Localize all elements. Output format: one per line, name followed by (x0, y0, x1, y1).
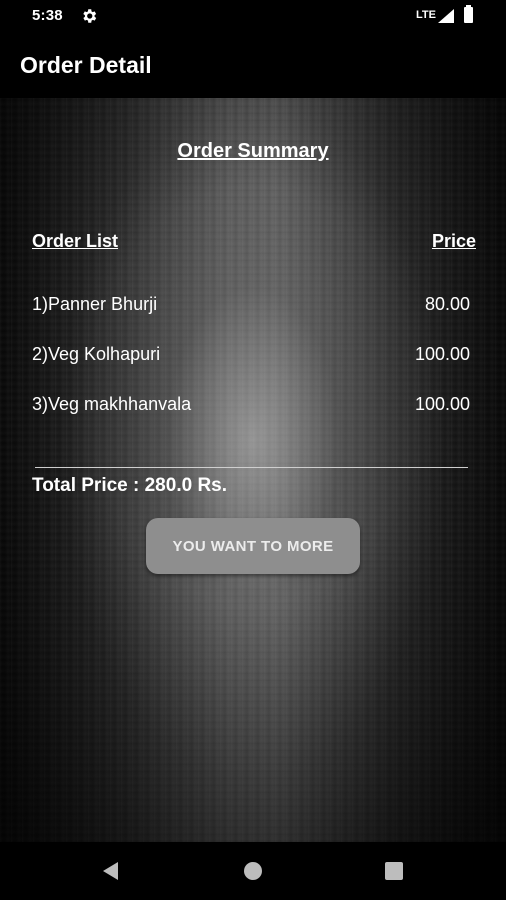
navigation-bar (0, 842, 506, 900)
battery-icon (464, 5, 473, 23)
page-title: Order Detail (20, 52, 152, 78)
item-name: 1)Panner Bhurji (32, 294, 158, 314)
list-item: 2)Veg Kolhapuri 100.00 (0, 344, 506, 368)
order-summary-panel: Order Summary Order List Price 1)Panner … (0, 98, 506, 842)
order-list-header: Order List (32, 231, 119, 251)
network-type: LTE (416, 9, 436, 21)
app-screen: 5:38 LTE Order Detail Order Summary Orde… (0, 0, 506, 900)
item-name: 2)Veg Kolhapuri (32, 344, 161, 364)
home-icon[interactable] (244, 862, 262, 880)
divider (35, 467, 468, 468)
item-price: 80.00 (424, 294, 470, 314)
price-header: Price (431, 231, 476, 251)
back-icon[interactable] (101, 861, 121, 881)
total-price: Total Price : 280.0 Rs. (32, 475, 228, 496)
list-item: 1)Panner Bhurji 80.00 (0, 294, 506, 318)
gear-icon (83, 9, 97, 23)
status-bar: 5:38 LTE (0, 0, 506, 32)
status-time: 5:38 (32, 7, 63, 24)
list-item: 3)Veg makhhanvala 100.00 (0, 394, 506, 418)
item-name: 3)Veg makhhanvala (32, 394, 192, 414)
summary-title: Order Summary (177, 140, 329, 162)
background-texture (0, 98, 506, 842)
item-price: 100.00 (414, 394, 470, 414)
app-toolbar: Order Detail (0, 32, 506, 98)
signal-icon (438, 9, 454, 23)
recents-icon[interactable] (385, 862, 403, 880)
order-more-button[interactable]: YOU WANT TO MORE (146, 518, 360, 574)
item-price: 100.00 (414, 344, 470, 364)
